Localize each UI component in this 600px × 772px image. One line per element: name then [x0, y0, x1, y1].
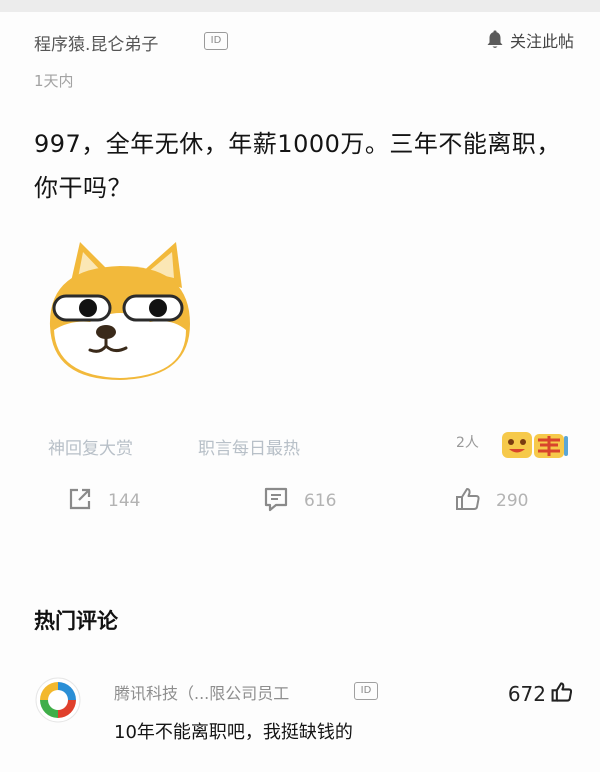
follow-label: 关注此帖 — [509, 32, 574, 51]
author-name[interactable]: 程序猿.昆仑弟子 — [34, 30, 158, 55]
tag-item[interactable]: 职言每日最热 — [198, 434, 300, 459]
post-page: 程序猿.昆仑弟子 ID 关注此帖 1天内 997，全年无休，年薪1000万。三年… — [0, 0, 600, 772]
comment-item: 腾讯科技（...限公司员工 ID 672 10年不能离职吧，我挺缺钱的 — [34, 676, 574, 756]
tag-item[interactable]: 神回复大赏 — [48, 434, 133, 459]
post-time: 1天内 — [34, 72, 74, 90]
comment-icon — [262, 485, 290, 517]
comment-like-button[interactable]: 672 — [508, 680, 574, 708]
top-strip — [0, 0, 600, 12]
tags-row: 神回复大赏 职言每日最热 2人 — [48, 430, 572, 460]
post-header: 程序猿.昆仑弟子 ID 关注此帖 — [34, 26, 574, 56]
like-count: 290 — [496, 491, 529, 511]
share-count: 144 — [108, 491, 141, 511]
comment-author[interactable]: 腾讯科技（...限公司员工 — [114, 680, 289, 704]
actions-row: 144 616 290 — [66, 484, 546, 518]
id-badge: ID — [354, 682, 378, 700]
share-button[interactable]: 144 — [66, 484, 140, 518]
thumbs-up-icon — [550, 680, 574, 708]
id-badge: ID — [204, 32, 228, 50]
thumbs-up-icon — [454, 485, 482, 517]
post-body: 997，全年无休，年薪1000万。三年不能离职，你干吗？ — [34, 130, 561, 202]
happy-reaction-emoji[interactable] — [500, 430, 570, 460]
comment-like-count: 672 — [507, 682, 546, 706]
bell-icon — [486, 30, 504, 50]
reaction-count: 2人 — [456, 435, 479, 451]
hot-comments-title: 热门评论 — [34, 609, 118, 633]
comment-text: 10年不能离职吧，我挺缺钱的 — [114, 722, 353, 743]
tencent-logo-avatar[interactable] — [34, 676, 82, 724]
share-icon — [66, 485, 94, 517]
doge-emoji — [40, 238, 200, 388]
like-button[interactable]: 290 — [454, 484, 528, 518]
comment-button[interactable]: 616 — [262, 484, 336, 518]
comment-count: 616 — [304, 491, 337, 511]
follow-post-button[interactable]: 关注此帖 — [486, 28, 574, 52]
